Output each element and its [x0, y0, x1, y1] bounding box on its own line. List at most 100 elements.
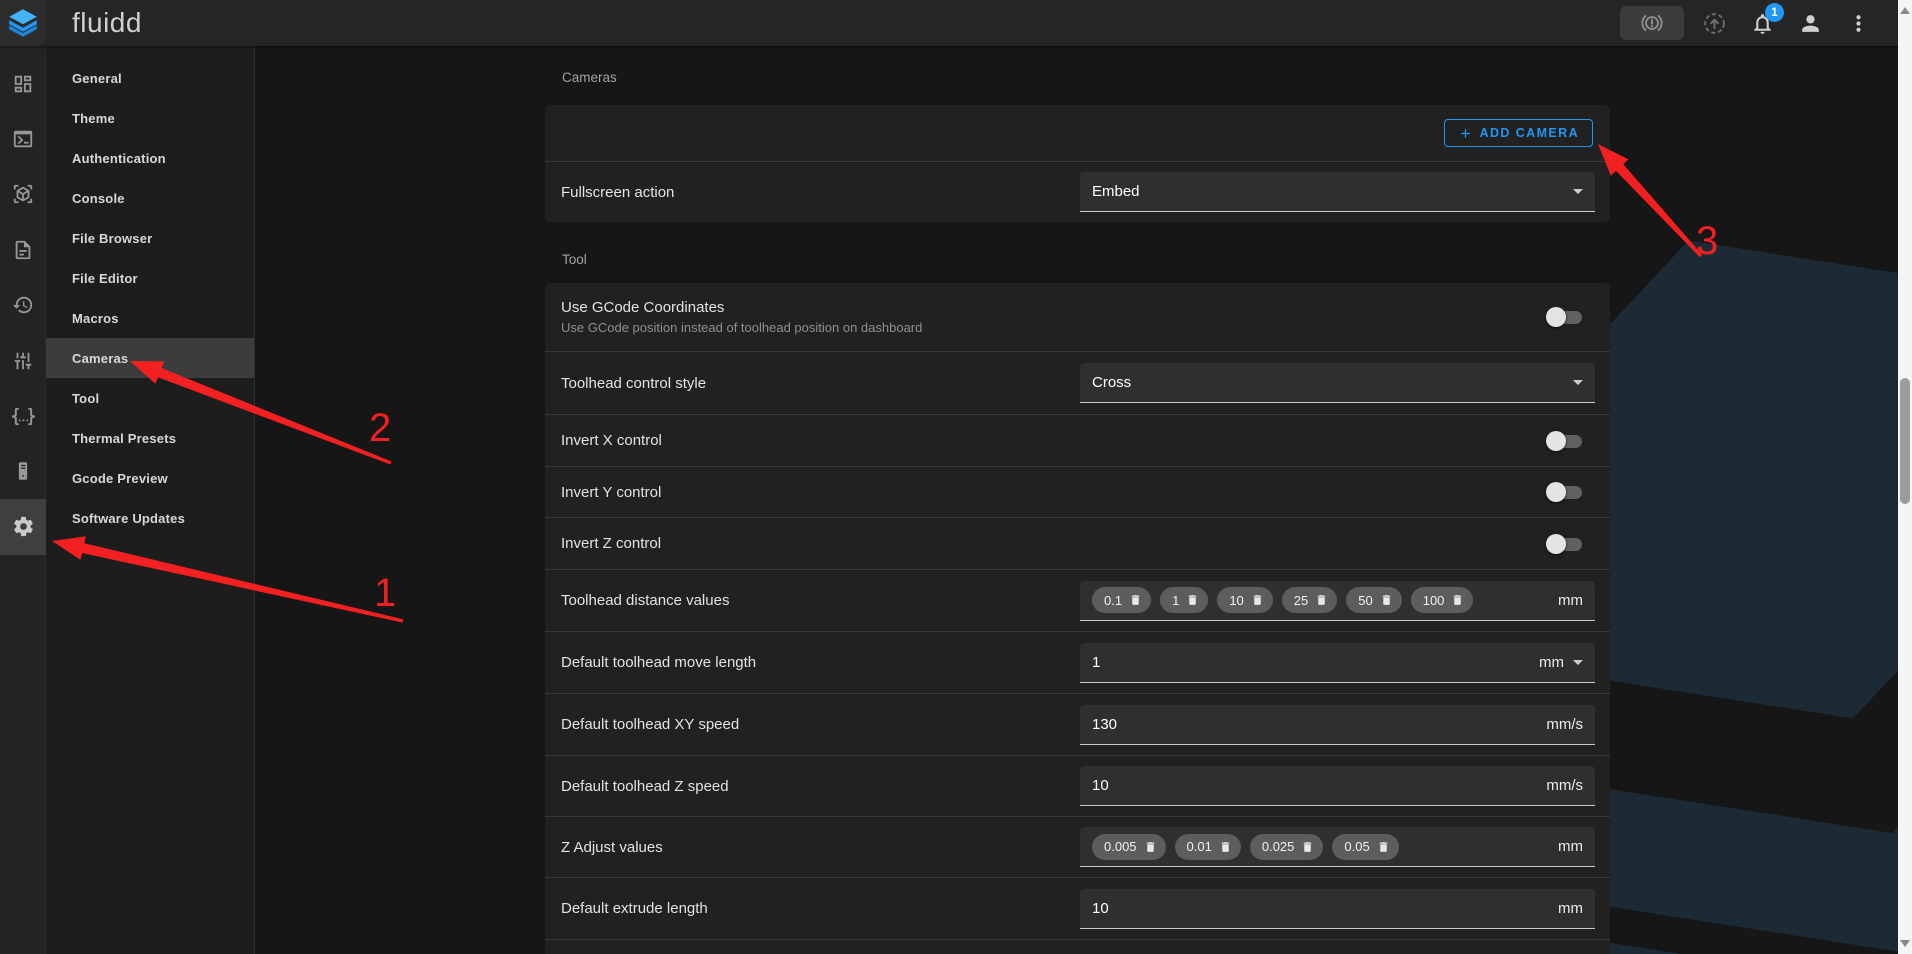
- setting-label: Default toolhead move length: [561, 654, 1060, 671]
- field-value: 1: [1092, 654, 1539, 671]
- text-input-field[interactable]: 10mm/s: [1080, 766, 1595, 806]
- value-chip[interactable]: 100: [1411, 587, 1474, 613]
- value-chip[interactable]: 50: [1346, 587, 1401, 613]
- emergency-stop-button[interactable]: [1620, 6, 1684, 40]
- sidebar-item-authentication[interactable]: Authentication: [46, 138, 254, 178]
- dashboard-icon: [12, 73, 34, 95]
- field-value: Cross: [1092, 374, 1573, 391]
- app-bar: fluidd: [0, 0, 1898, 46]
- value-chip[interactable]: 0.1: [1092, 587, 1151, 613]
- toggle-switch-off[interactable]: [1546, 534, 1583, 554]
- delete-icon[interactable]: [1144, 840, 1157, 854]
- value-chip[interactable]: 10: [1217, 587, 1272, 613]
- delete-icon[interactable]: [1377, 840, 1390, 854]
- cameras-section-title: Cameras: [562, 70, 1610, 86]
- setting-control: [1080, 482, 1595, 502]
- sidebar-item-file-browser[interactable]: File Browser: [46, 218, 254, 258]
- file-document-icon: [12, 239, 34, 261]
- toggle-switch-off[interactable]: [1546, 482, 1583, 502]
- value-chip[interactable]: 0.005: [1092, 834, 1166, 860]
- text-input-field[interactable]: 130mm/s: [1080, 705, 1595, 745]
- rail-item-console[interactable]: [0, 111, 46, 166]
- sidebar-item-software-updates[interactable]: Software Updates: [46, 498, 254, 538]
- setting-sublabel: Use GCode position instead of toolhead p…: [561, 320, 1060, 335]
- icon-rail: [0, 46, 46, 954]
- notifications-button[interactable]: 1: [1744, 5, 1780, 41]
- value-chip[interactable]: 25: [1282, 587, 1337, 613]
- setting-label: Toolhead control style: [561, 375, 1060, 392]
- rail-item-macros[interactable]: [0, 388, 46, 443]
- add-camera-row: ADD CAMERA: [545, 105, 1610, 162]
- scroll-down-arrow[interactable]: [1900, 940, 1910, 947]
- scroll-up-arrow[interactable]: [1900, 7, 1910, 14]
- value-chip[interactable]: 0.025: [1250, 834, 1324, 860]
- field-value: Embed: [1092, 183, 1573, 200]
- rail-item-gcode-preview[interactable]: [0, 167, 46, 222]
- setting-label: Default extrude length: [561, 900, 1060, 917]
- chips-field[interactable]: 0.11102550100mm: [1080, 581, 1595, 621]
- setting-row-invert-x-control: Invert X control: [545, 415, 1610, 467]
- setting-label: Z Adjust values: [561, 839, 1060, 856]
- page-scrollbar[interactable]: [1898, 0, 1912, 954]
- setting-label: Default toolhead XY speed: [561, 716, 1060, 733]
- chip-list: 0.005 0.01 0.025 0.05: [1092, 834, 1558, 860]
- sidebar-item-gcode-preview[interactable]: Gcode Preview: [46, 458, 254, 498]
- rail-item-jobs[interactable]: [0, 222, 46, 277]
- toggle-knob: [1546, 482, 1566, 502]
- settings-content: Cameras ADD CAMERA Fullscreen actionEmbe…: [255, 46, 1898, 954]
- sidebar-item-macros[interactable]: Macros: [46, 298, 254, 338]
- kebab-menu-icon: [1846, 11, 1871, 36]
- rail-item-settings[interactable]: [0, 499, 46, 554]
- sidebar-item-cameras[interactable]: Cameras: [46, 338, 254, 378]
- text-input-field[interactable]: 1mm: [1080, 643, 1595, 683]
- text-input-field[interactable]: 10mm: [1080, 889, 1595, 929]
- chevron-down-icon: [1573, 380, 1583, 385]
- delete-icon[interactable]: [1219, 840, 1232, 854]
- sidebar-item-thermal-presets[interactable]: Thermal Presets: [46, 418, 254, 458]
- delete-icon[interactable]: [1380, 593, 1393, 607]
- unit-label: mm: [1539, 654, 1564, 671]
- value-chip[interactable]: 1: [1160, 587, 1208, 613]
- sidebar-item-general[interactable]: General: [46, 58, 254, 98]
- field-suffix: mm: [1558, 838, 1583, 855]
- delete-icon[interactable]: [1186, 593, 1199, 607]
- delete-icon[interactable]: [1129, 593, 1142, 607]
- rail-item-system[interactable]: [0, 444, 46, 499]
- overflow-menu-button[interactable]: [1840, 5, 1876, 41]
- delete-icon[interactable]: [1451, 593, 1464, 607]
- software-update-button[interactable]: [1696, 5, 1732, 41]
- rail-item-history[interactable]: [0, 278, 46, 333]
- chip-value: 100: [1423, 593, 1445, 608]
- chevron-down-icon: [1573, 189, 1583, 194]
- toggle-switch-off[interactable]: [1546, 307, 1583, 327]
- chips-field[interactable]: 0.005 0.01 0.025 0.05 mm: [1080, 827, 1595, 867]
- scrollbar-thumb[interactable]: [1900, 378, 1910, 504]
- sidebar-item-theme[interactable]: Theme: [46, 98, 254, 138]
- plus-icon: [1458, 126, 1473, 141]
- delete-icon[interactable]: [1251, 593, 1264, 607]
- delete-icon[interactable]: [1301, 840, 1314, 854]
- sidebar-item-file-editor[interactable]: File Editor: [46, 258, 254, 298]
- delete-icon[interactable]: [1315, 593, 1328, 607]
- user-account-button[interactable]: [1792, 5, 1828, 41]
- toggle-switch-off[interactable]: [1546, 431, 1583, 451]
- select-field[interactable]: Cross: [1080, 363, 1595, 403]
- sidebar-item-console[interactable]: Console: [46, 178, 254, 218]
- chip-value: 0.05: [1344, 839, 1369, 854]
- value-chip[interactable]: 0.01: [1175, 834, 1241, 860]
- chip-value: 0.1: [1104, 593, 1122, 608]
- add-camera-label: ADD CAMERA: [1480, 126, 1579, 140]
- fluidd-logo[interactable]: [0, 0, 46, 46]
- rail-item-tune[interactable]: [0, 333, 46, 388]
- history-icon: [12, 294, 34, 316]
- setting-row-toolhead-control-style: Toolhead control style Cross: [545, 352, 1610, 415]
- chip-list: 0.1 1 10 25 50 100: [1092, 587, 1558, 613]
- select-field[interactable]: Embed: [1080, 172, 1595, 212]
- rail-item-dashboard[interactable]: [0, 56, 46, 111]
- setting-control: 130mm/s: [1080, 705, 1595, 745]
- setting-labelbox: Z Adjust values: [545, 839, 1080, 856]
- value-chip[interactable]: 0.05: [1332, 834, 1398, 860]
- add-camera-button[interactable]: ADD CAMERA: [1444, 119, 1593, 147]
- console-icon: [12, 128, 34, 150]
- sidebar-item-tool[interactable]: Tool: [46, 378, 254, 418]
